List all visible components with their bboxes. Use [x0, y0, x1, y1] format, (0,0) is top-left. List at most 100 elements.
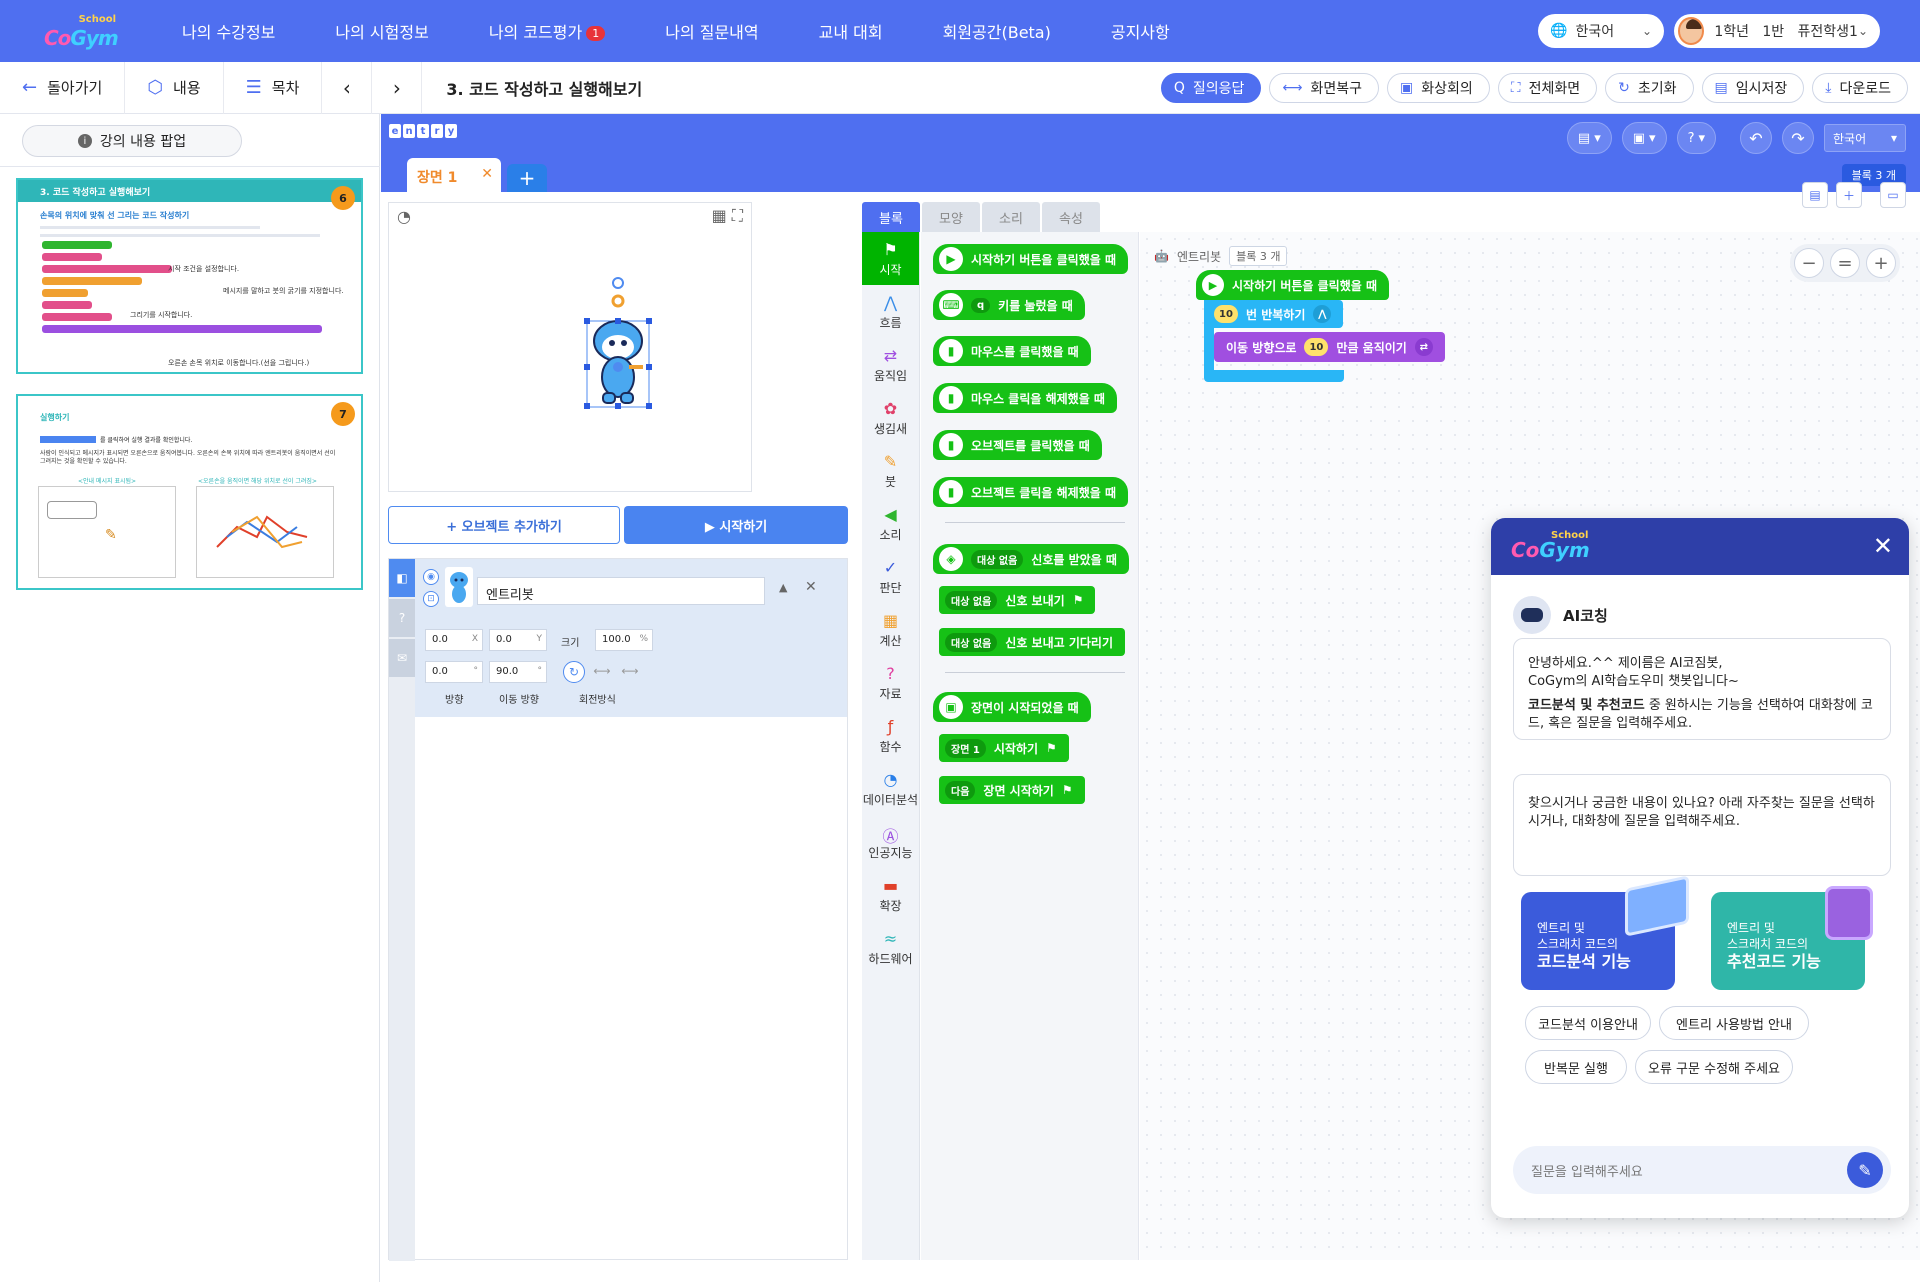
faq-chip-code-analysis-guide[interactable]: 코드분석 이용안내 — [1525, 1006, 1651, 1040]
object-item[interactable]: ◉ ⊡ 엔트리봇 ▲ ✕ 0.0 X 0.0 Y 크기 100.0% 0.0 ° 90… — [415, 559, 847, 717]
redo-button[interactable]: ↷ — [1782, 122, 1814, 154]
grid-icon[interactable]: ▦ — [712, 206, 727, 225]
block-send-signal[interactable]: 대상 없음 신호 보내기 ⚑ — [939, 586, 1096, 614]
comment-icon[interactable]: ▤ — [1802, 182, 1828, 208]
x-field[interactable]: 0.0 X — [425, 629, 483, 651]
size-field[interactable]: 100.0% — [595, 629, 653, 651]
toc-button[interactable]: ☰ 목차 — [224, 61, 323, 114]
user-menu[interactable]: 1학년 1반 퓨전학생1 ⌄ — [1674, 14, 1880, 48]
tab-properties[interactable]: 속성 — [1042, 202, 1100, 232]
close-icon[interactable]: ✕ — [1873, 532, 1893, 560]
category-looks[interactable]: ✿ 생김새 — [862, 391, 919, 444]
category-brush[interactable]: ✎ 붓 — [862, 444, 919, 497]
speed-icon[interactable]: ◔ — [397, 207, 411, 226]
block-start-next-scene[interactable]: 다음 장면 시작하기 ⚑ — [939, 776, 1085, 804]
category-extension[interactable]: ▬ 확장 — [862, 868, 919, 921]
help-tab[interactable]: ? — [389, 599, 415, 637]
block-when-scene-starts[interactable]: ▣ 장면이 시작되었을 때 — [933, 692, 1091, 722]
faq-chip-fix-error[interactable]: 오류 구문 수정해 주세요 — [1635, 1050, 1793, 1084]
qna-button[interactable]: Q 질의응답 — [1160, 73, 1262, 103]
move-amount[interactable]: 10 — [1304, 338, 1329, 356]
tab-blocks[interactable]: 블록 — [862, 202, 920, 232]
close-icon[interactable]: ✕ — [481, 166, 493, 182]
start-button[interactable]: ▶ 시작하기 — [624, 506, 848, 544]
video-meeting-button[interactable]: ▣ 화상회의 — [1387, 73, 1490, 103]
recommend-code-card[interactable]: 엔트리 및 스크래치 코드의 추천코드 기능 — [1711, 886, 1873, 990]
slide-thumbnail-6[interactable]: 3. 코드 작성하고 실행해보기 6 손목의 위치에 맞춰 선 그리는 코드 작… — [16, 178, 363, 374]
nav-item-notice[interactable]: 공지사항 — [1081, 19, 1200, 43]
zoom-reset-button[interactable]: = — [1830, 248, 1860, 278]
temp-save-button[interactable]: ▤ 임시저장 — [1701, 73, 1805, 103]
storage-icon[interactable]: ▭ — [1880, 182, 1906, 208]
next-page-button[interactable]: › — [372, 61, 423, 114]
nav-item-course-info[interactable]: 나의 수강정보 — [152, 19, 305, 43]
block-send-signal-wait[interactable]: 대상 없음 신호 보내고 기다리기 — [939, 628, 1126, 656]
stage[interactable]: ◔ ▦ ⛶ — [388, 202, 752, 492]
objects-tab[interactable]: ◧ — [389, 559, 415, 597]
editor-language-select[interactable]: 한국어 ▾ — [1824, 124, 1906, 152]
nav-item-questions[interactable]: 나의 질문내역 — [635, 19, 788, 43]
add-scene-button[interactable]: + — [507, 164, 547, 192]
category-sound[interactable]: ◀ 소리 — [862, 497, 919, 550]
content-button[interactable]: ⬡ 내용 — [125, 61, 224, 114]
rotate-horizontal-icon[interactable]: ⟷ — [591, 661, 613, 683]
block-when-object-clicked[interactable]: ▮ 오브젝트를 클릭했을 때 — [933, 430, 1102, 460]
category-start[interactable]: ⚑ 시작 — [862, 232, 919, 285]
category-motion[interactable]: ⇄ 움직임 — [862, 338, 919, 391]
rotate-none-icon[interactable]: ⟷ — [619, 661, 641, 683]
category-judgement[interactable]: ✓ 판단 — [862, 550, 919, 603]
nav-item-member-space[interactable]: 회원공간(Beta) — [913, 19, 1081, 43]
nav-item-exam-info[interactable]: 나의 시험정보 — [305, 19, 458, 43]
fullscreen-button[interactable]: ⛶ 전체화면 — [1497, 73, 1598, 103]
rotate-free-icon[interactable]: ↻ — [563, 661, 585, 683]
faq-chip-loop[interactable]: 반복문 실행 — [1525, 1050, 1627, 1084]
restore-screen-button[interactable]: ⟷ 화면복구 — [1269, 73, 1380, 103]
file-menu-button[interactable]: ▤ ▾ — [1566, 122, 1612, 154]
prev-page-button[interactable]: ‹ — [322, 61, 373, 114]
fullscreen-icon[interactable]: ⛶ — [732, 206, 743, 225]
y-field[interactable]: 0.0 Y — [489, 629, 547, 651]
ws-block-when-start-clicked[interactable]: ▶ 시작하기 버튼을 클릭했을 때 — [1196, 270, 1390, 300]
ws-block-move[interactable]: 이동 방향으로 10 만큼 움직이기 ⇄ — [1214, 332, 1445, 362]
object-name-input[interactable]: 엔트리봇 — [477, 577, 765, 605]
category-flow[interactable]: ⋀ 흐름 — [862, 285, 919, 338]
block-start-scene[interactable]: 장면 1 시작하기 ⚑ — [939, 734, 1069, 762]
cogym-logo[interactable]: School CoGym — [44, 14, 119, 50]
zoom-out-button[interactable]: − — [1794, 248, 1824, 278]
block-when-signal-received[interactable]: ◈ 대상 없음 신호를 받았을 때 — [933, 544, 1129, 574]
category-hardware[interactable]: ≈ 하드웨어 — [862, 921, 919, 974]
nav-item-code-eval[interactable]: 나의 코드평가 1 — [459, 19, 635, 43]
undo-button[interactable]: ↶ — [1740, 122, 1772, 154]
language-select[interactable]: 🌐 한국어 ⌄ — [1538, 14, 1664, 48]
add-comment-icon[interactable]: ＋ — [1836, 182, 1862, 208]
tab-sounds[interactable]: 소리 — [982, 202, 1040, 232]
category-data[interactable]: ? 자료 — [862, 656, 919, 709]
block-when-key-pressed[interactable]: ⌨ q 키를 눌렀을 때 — [933, 290, 1085, 320]
block-when-start-clicked[interactable]: ▶ 시작하기 버튼을 클릭했을 때 — [933, 244, 1129, 274]
block-when-object-released[interactable]: ▮ 오브젝트 클릭을 해제했을 때 — [933, 477, 1129, 507]
repeat-count[interactable]: 10 — [1214, 305, 1238, 323]
ws-block-repeat[interactable]: 10 번 반복하기 ⋀ — [1204, 300, 1344, 328]
nav-item-contest[interactable]: 교내 대회 — [789, 19, 913, 43]
move-direction-field[interactable]: 90.0 ° — [489, 661, 547, 683]
help-menu-button[interactable]: ? ▾ — [1676, 122, 1716, 154]
zoom-in-button[interactable]: + — [1866, 248, 1896, 278]
add-object-button[interactable]: + 오브젝트 추가하기 — [388, 506, 620, 544]
download-button[interactable]: ⤓ 다운로드 — [1812, 73, 1908, 103]
close-icon[interactable]: ✕ — [805, 579, 817, 595]
lecture-popup-button[interactable]: i 강의 내용 팝업 — [22, 125, 242, 157]
lock-icon[interactable]: ⊡ — [423, 591, 439, 607]
pencil-icon[interactable]: ✎ — [1847, 1152, 1883, 1188]
save-menu-button[interactable]: ▣ ▾ — [1621, 122, 1667, 154]
eye-icon[interactable]: ◉ — [423, 569, 439, 585]
collapse-icon[interactable]: ▲ — [779, 581, 787, 594]
scene-tab[interactable]: 장면 1 ✕ — [407, 158, 501, 192]
faq-chip-entry-usage[interactable]: 엔트리 사용방법 안내 — [1659, 1006, 1809, 1040]
category-ai[interactable]: Ⓐ 인공지능 — [862, 815, 919, 868]
chat-input[interactable]: 질문을 입력해주세요 — [1513, 1146, 1891, 1194]
category-function[interactable]: ƒ 함수 — [862, 709, 919, 762]
message-tab[interactable]: ✉ — [389, 639, 415, 677]
block-when-mouse-released[interactable]: ▮ 마우스 클릭을 해제했을 때 — [933, 383, 1117, 413]
code-analysis-card[interactable]: 엔트리 및 스크래치 코드의 코드분석 기능 — [1521, 875, 1689, 990]
reset-button[interactable]: ↻ 초기화 — [1605, 73, 1694, 103]
